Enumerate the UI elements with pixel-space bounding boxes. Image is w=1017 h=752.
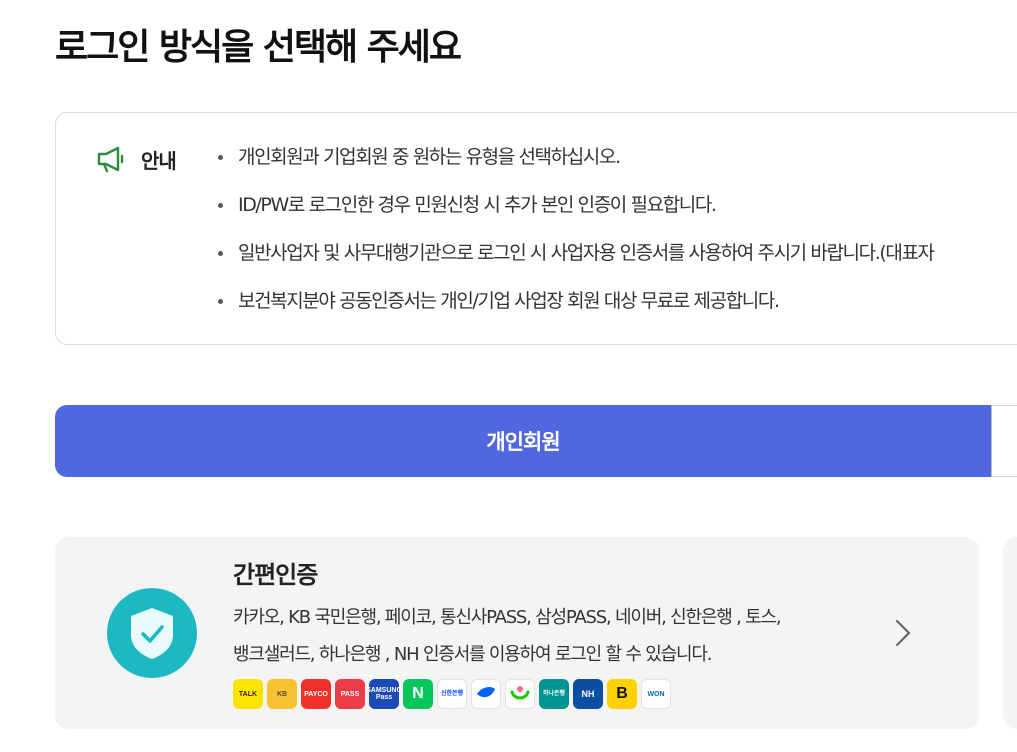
won-icon: WON: [641, 679, 671, 709]
samsung-pass-label: SAMSUNG Pass: [369, 687, 399, 701]
tab-personal-member[interactable]: 개인회원: [55, 405, 991, 477]
shinhan-icon: 신한은행: [437, 679, 467, 709]
simple-auth-title: 간편인증: [233, 561, 318, 589]
notice-box: 안내 개인회원과 기업회원 중 원하는 유형을 선택하십시오. ID/PW로 로…: [55, 112, 1017, 345]
notice-list: 개인회원과 기업회원 중 원하는 유형을 선택하십시오. ID/PW로 로그인한…: [216, 143, 935, 335]
tab-corporate-member[interactable]: [991, 405, 1017, 477]
won-label: WON: [647, 690, 665, 698]
naver-icon: N: [403, 679, 433, 709]
description-line: 카카오, KB 국민은행, 페이코, 통신사PASS, 삼성PASS, 네이버,…: [233, 607, 782, 628]
member-type-tabs: 개인회원: [55, 405, 1017, 477]
next-auth-card[interactable]: [1003, 537, 1017, 729]
samsung-pass-icon: SAMSUNG Pass: [369, 679, 399, 709]
shield-check-icon: [131, 608, 173, 659]
kb-icon: KB: [267, 679, 297, 709]
banksalad-mark-icon: [510, 686, 530, 700]
toss-mark-icon: [477, 686, 495, 698]
notice-item: 일반사업자 및 사무대행기관으로 로그인 시 사업자용 인증서를 사용하여 주시…: [216, 239, 935, 287]
kb-label: KB: [276, 690, 288, 698]
nh-icon: NH: [573, 679, 603, 709]
provider-logos: TALK KB PAYCO PASS SAMSUNG Pass N 신한은행 하…: [233, 679, 671, 709]
notice-item: 개인회원과 기업회원 중 원하는 유형을 선택하십시오.: [216, 143, 934, 191]
description-line: 뱅크샐러드, 하나은행 , NH 인증서를 이용하여 로그인 할 수 있습니다.: [233, 644, 712, 665]
payco-icon: PAYCO: [301, 679, 331, 709]
payco-label: PAYCO: [304, 690, 328, 698]
kakao-icon: TALK: [233, 679, 263, 709]
megaphone-icon: [97, 146, 124, 173]
nh-label: NH: [581, 688, 595, 699]
hana-label: 하나은행: [542, 690, 566, 697]
toss-icon: [471, 679, 501, 709]
kakao-label: TALK: [238, 690, 258, 698]
page: 로그인 방식을 선택해 주세요 안내 개인회원과 기업회원 중 원하는 유형을 …: [0, 0, 1017, 752]
simple-auth-card[interactable]: 간편인증 카카오, KB 국민은행, 페이코, 통신사PASS, 삼성PASS,…: [55, 537, 979, 729]
hana-icon: 하나은행: [539, 679, 569, 709]
pass-label: PASS: [340, 690, 360, 698]
pass-icon: PASS: [335, 679, 365, 709]
simple-auth-description: 카카오, KB 국민은행, 페이코, 통신사PASS, 삼성PASS, 네이버,…: [233, 599, 873, 673]
notice-label: 안내: [141, 149, 177, 173]
chevron-right-icon: [895, 619, 911, 647]
page-title: 로그인 방식을 선택해 주세요: [55, 27, 462, 68]
banksalad-icon: [505, 679, 535, 709]
notice-item: 보건복지분야 공동인증서는 개인/기업 사업장 회원 대상 무료로 제공합니다.: [216, 287, 934, 335]
shinhan-label: 신한은행: [440, 690, 464, 697]
notice-item: ID/PW로 로그인한 경우 민원신청 시 추가 본인 인증이 필요합니다.: [216, 191, 934, 239]
shield-badge: [107, 588, 197, 678]
b-icon: B: [607, 679, 637, 709]
b-label: B: [616, 685, 628, 702]
naver-label: N: [412, 685, 424, 702]
